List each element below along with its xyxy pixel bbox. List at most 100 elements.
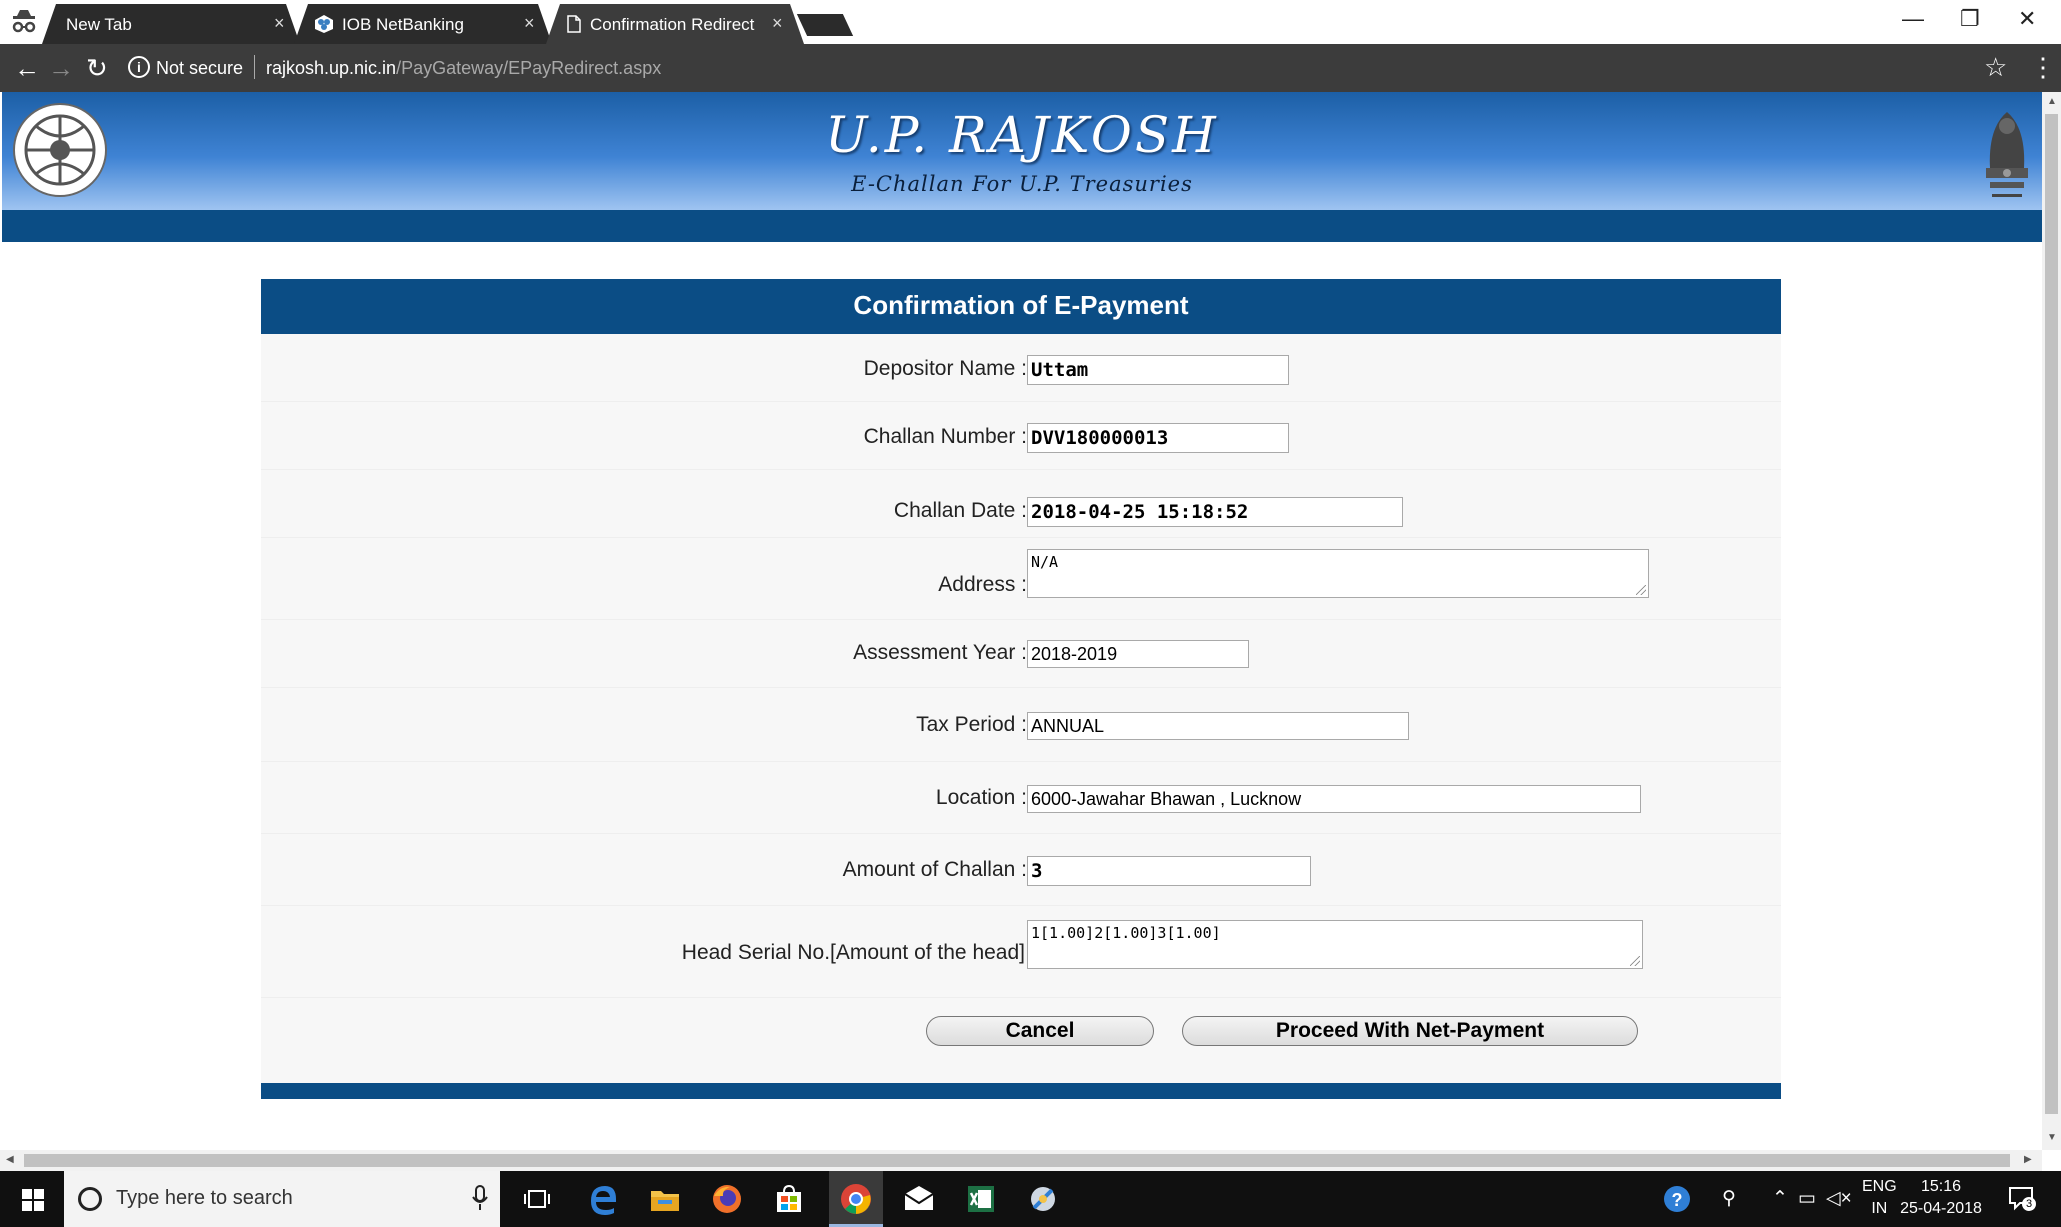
- scroll-right-icon[interactable]: ▶: [2024, 1154, 2032, 1165]
- new-tab-button[interactable]: [796, 14, 854, 36]
- form-row-challan-date: Challan Date : 2018-04-25 15:18:52: [261, 470, 1781, 538]
- challan-number-label: Challan Number :: [863, 425, 1027, 448]
- vertical-scroll-thumb[interactable]: [2045, 114, 2058, 1114]
- tab-title: Confirmation Redirect: [590, 15, 755, 34]
- banner-strip: [2, 210, 2042, 242]
- svg-text:?: ?: [1672, 1190, 1683, 1210]
- back-button[interactable]: ←: [14, 53, 40, 84]
- challan-number-field[interactable]: DVV180000013: [1027, 423, 1289, 453]
- reload-button[interactable]: ↻: [86, 53, 108, 84]
- form-heading: Confirmation of E-Payment: [261, 279, 1781, 334]
- action-center-icon[interactable]: 3: [2008, 1185, 2036, 1211]
- form-body: Depositor Name : Uttam Challan Number : …: [261, 334, 1781, 1083]
- language-top: ENG: [1862, 1178, 1897, 1195]
- info-icon[interactable]: i: [128, 56, 150, 78]
- form-row-amount: Amount of Challan : 3: [261, 834, 1781, 906]
- language-indicator[interactable]: ENG IN: [1862, 1176, 1897, 1220]
- taskbar-clock[interactable]: 15:16 25-04-2018: [1896, 1176, 1986, 1220]
- form-row-tax-period: Tax Period : ANNUAL: [261, 688, 1781, 762]
- url-text[interactable]: rajkosh.up.nic.in/PayGateway/EPayRedirec…: [266, 58, 661, 79]
- tax-period-field[interactable]: ANNUAL: [1027, 712, 1409, 740]
- assessment-year-label: Assessment Year :: [853, 641, 1027, 664]
- location-label: Location :: [935, 786, 1027, 809]
- security-label[interactable]: Not secure: [156, 58, 243, 79]
- scroll-down-icon[interactable]: ▼: [2047, 1132, 2057, 1143]
- notification-count-badge: 3: [2022, 1197, 2036, 1211]
- taskbar-search[interactable]: Type here to search: [64, 1171, 500, 1227]
- iob-favicon-icon: [314, 14, 334, 34]
- national-emblem-icon: [1986, 112, 2028, 197]
- network-icon[interactable]: ▭: [1798, 1187, 1816, 1210]
- browser-menu-icon[interactable]: ⋮: [2030, 52, 2056, 83]
- chrome-icon[interactable]: [839, 1182, 873, 1216]
- form-row-depositor: Depositor Name : Uttam: [261, 334, 1781, 402]
- language-bottom: IN: [1871, 1200, 1888, 1217]
- tab-confirmation-redirect[interactable]: Confirmation Redirect ×: [546, 4, 804, 44]
- cortana-icon: [78, 1187, 102, 1211]
- cancel-button[interactable]: Cancel: [926, 1016, 1154, 1046]
- site-banner: U.P. RAJKOSH E-Challan For U.P. Treasuri…: [2, 92, 2042, 210]
- close-window-button[interactable]: ✕: [2018, 6, 2036, 32]
- task-view-icon[interactable]: [520, 1182, 554, 1216]
- tab-close-icon[interactable]: ×: [274, 13, 285, 34]
- help-icon[interactable]: ?: [1660, 1182, 1694, 1216]
- tray-overflow-chevron-icon[interactable]: ⌃: [1772, 1187, 1788, 1210]
- scroll-left-icon[interactable]: ◀: [6, 1154, 14, 1165]
- form-row-address: Address : N/A: [261, 538, 1781, 620]
- firefox-icon[interactable]: [710, 1182, 744, 1216]
- store-icon[interactable]: [772, 1182, 806, 1216]
- file-explorer-icon[interactable]: [648, 1182, 682, 1216]
- head-serial-textarea[interactable]: 1[1.00]2[1.00]3[1.00]: [1027, 920, 1643, 969]
- people-icon[interactable]: ⚲: [1722, 1187, 1736, 1210]
- url-path: /PayGateway/EPayRedirect.aspx: [396, 58, 662, 78]
- site-subtitle: E-Challan For U.P. Treasuries: [851, 172, 1193, 196]
- form-row-assessment-year: Assessment Year : 2018-2019: [261, 620, 1781, 688]
- minimize-button[interactable]: —: [1902, 6, 1924, 32]
- tab-title: IOB NetBanking: [342, 15, 464, 34]
- clock-time: 15:16: [1920, 1178, 1962, 1195]
- tax-period-label: Tax Period :: [916, 713, 1027, 736]
- form-footer-bar: [261, 1083, 1781, 1099]
- tab-iob-netbanking[interactable]: IOB NetBanking ×: [294, 4, 552, 44]
- tab-title: New Tab: [66, 15, 132, 34]
- tab-close-icon[interactable]: ×: [524, 13, 535, 34]
- url-host: rajkosh.up.nic.in: [266, 58, 397, 78]
- proceed-net-payment-button[interactable]: Proceed With Net-Payment: [1182, 1016, 1638, 1046]
- windows-taskbar: Type here to search ? ⚲ ⌃ ▭ ◁× ENG IN 15…: [0, 1171, 2061, 1227]
- depositor-name-field[interactable]: Uttam: [1027, 355, 1289, 385]
- mail-icon[interactable]: [902, 1182, 936, 1216]
- excel-icon[interactable]: [964, 1182, 998, 1216]
- browser-toolbar: ← → ↻ i Not secure rajkosh.up.nic.in/Pay…: [0, 44, 2061, 92]
- incognito-icon: [12, 10, 36, 33]
- windows-start-icon[interactable]: [22, 1189, 44, 1211]
- forward-button[interactable]: →: [48, 53, 74, 84]
- bookmark-star-icon[interactable]: ☆: [1984, 52, 2007, 83]
- tab-close-icon[interactable]: ×: [772, 13, 783, 34]
- assessment-year-field[interactable]: 2018-2019: [1027, 640, 1249, 668]
- screen: New Tab × IOB NetBanking × Confirmation …: [0, 0, 2061, 1227]
- form-row-location: Location : 6000-Jawahar Bhawan , Lucknow: [261, 762, 1781, 834]
- omnibox-separator: [254, 55, 255, 79]
- taskbar-search-placeholder: Type here to search: [116, 1187, 293, 1209]
- clock-date: 25-04-2018: [1900, 1200, 1982, 1217]
- pinned-app-icon[interactable]: [1026, 1182, 1060, 1216]
- site-title: U.P. RAJKOSH: [825, 106, 1219, 164]
- challan-date-label: Challan Date :: [893, 499, 1027, 522]
- amount-field[interactable]: 3: [1027, 856, 1311, 886]
- page-favicon-icon: [564, 14, 584, 34]
- volume-muted-icon[interactable]: ◁×: [1826, 1187, 1852, 1210]
- horizontal-scrollbar[interactable]: ◀ ▶: [0, 1150, 2042, 1171]
- horizontal-scroll-thumb[interactable]: [24, 1154, 2010, 1167]
- browser-tabstrip: New Tab × IOB NetBanking × Confirmation …: [0, 0, 2061, 44]
- tab-new-tab[interactable]: New Tab ×: [42, 4, 300, 44]
- location-field[interactable]: 6000-Jawahar Bhawan , Lucknow: [1027, 785, 1641, 813]
- payment-confirmation-panel: Confirmation of E-Payment Depositor Name…: [261, 279, 1781, 1099]
- scroll-up-icon[interactable]: ▲: [2047, 96, 2057, 107]
- challan-date-field[interactable]: 2018-04-25 15:18:52: [1027, 497, 1403, 527]
- restore-button[interactable]: ❐: [1960, 6, 1980, 32]
- edge-browser-icon[interactable]: [586, 1182, 620, 1216]
- microphone-icon[interactable]: [472, 1185, 488, 1211]
- address-textarea[interactable]: N/A: [1027, 549, 1649, 598]
- vertical-scrollbar[interactable]: ▲ ▼: [2042, 92, 2061, 1150]
- address-bar[interactable]: i Not secure rajkosh.up.nic.in/PayGatewa…: [120, 50, 2020, 86]
